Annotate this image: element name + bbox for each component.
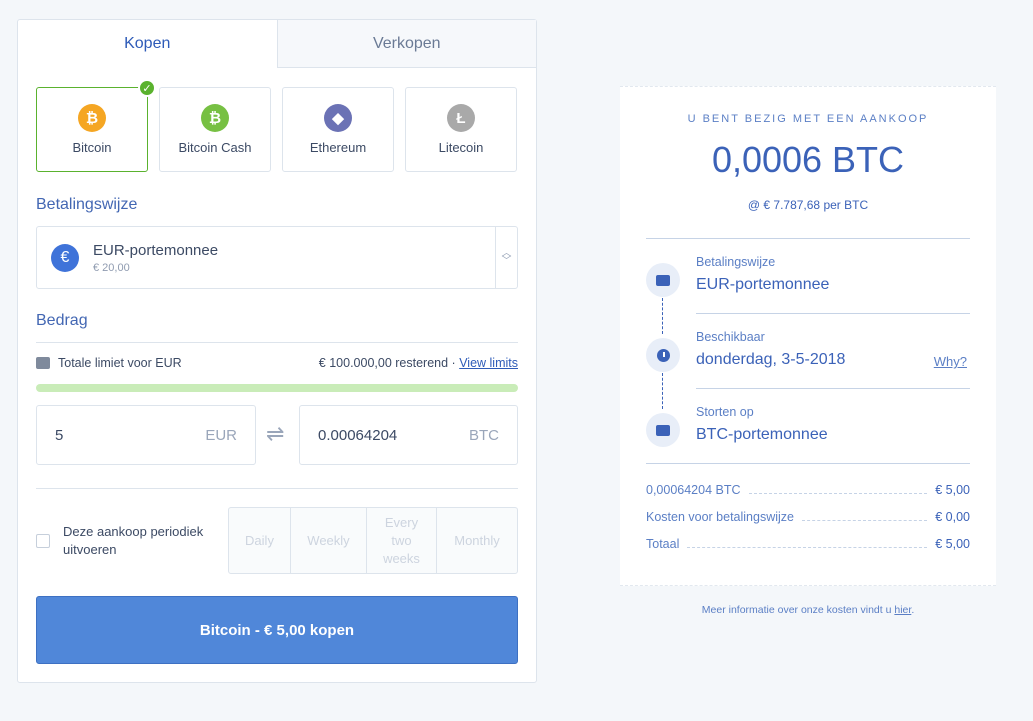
payment-method-label: Betalingswijze — [36, 196, 138, 213]
line-value: € 5,00 — [935, 537, 970, 551]
fiat-amount-input[interactable]: 5 EUR — [36, 405, 256, 465]
amount-label: Bedrag — [36, 312, 88, 329]
recurring-section: Deze aankoop periodiek uitvoeren Daily W… — [36, 507, 518, 574]
order-summary: U BENT BEZIG MET EEN AANKOOP 0,0006 BTC … — [620, 86, 996, 586]
coin-label: Bitcoin — [72, 140, 112, 155]
divider — [696, 313, 970, 314]
tab-sell[interactable]: Verkopen — [276, 20, 536, 68]
buy-sell-panel: Kopen Verkopen ₿ Bitcoin ✓ ₿ Bitcoin Cas… — [17, 19, 537, 683]
payment-method-balance: € 20,00 — [93, 261, 130, 274]
fees-info-link[interactable]: hier — [894, 604, 911, 616]
summary-line-crypto: 0,00064204 BTC € 5,00 — [646, 483, 970, 497]
step-connector — [662, 373, 663, 409]
summary-step-payment: Betalingswijze EUR-portemonnee — [646, 255, 970, 313]
step-value: EUR-portemonnee — [696, 276, 830, 293]
step-value: donderdag, 3-5-2018 — [696, 351, 846, 368]
tab-buy[interactable]: Kopen — [18, 20, 277, 68]
buy-button[interactable]: Bitcoin - € 5,00 kopen — [36, 596, 518, 664]
fiat-amount-value: 5 — [55, 426, 64, 444]
line-label: 0,00064204 BTC — [646, 483, 741, 497]
summary-rate: @ € 7.787,68 per BTC — [747, 198, 869, 212]
coin-litecoin[interactable]: Ł Litecoin — [405, 87, 517, 172]
limit-progress-bar — [36, 384, 518, 392]
line-value: € 0,00 — [935, 510, 970, 524]
bitcoin-icon: ₿ — [78, 104, 106, 132]
wallet-icon — [36, 357, 50, 369]
period-weekly[interactable]: Weekly — [291, 508, 367, 573]
divider — [36, 342, 518, 343]
crypto-amount-value: 0.00064204 — [318, 426, 398, 444]
fees-footnote: Meer informatie over onze kosten vindt u… — [620, 604, 996, 616]
summary-step-available: Beschikbaar donderdag, 3-5-2018 Why? — [646, 330, 970, 388]
summary-title: U BENT BEZIG MET EEN AANKOOP — [687, 113, 929, 125]
step-value: BTC-portemonnee — [696, 426, 828, 443]
coin-ethereum[interactable]: ◆ Ethereum — [282, 87, 394, 172]
fiat-currency: EUR — [205, 426, 237, 444]
divider — [646, 238, 970, 239]
crypto-amount-input[interactable]: 0.00064204 BTC — [299, 405, 518, 465]
summary-amount: 0,0006 BTC — [711, 139, 905, 180]
coin-bitcoin-cash[interactable]: ₿ Bitcoin Cash — [159, 87, 271, 172]
recurring-checkbox[interactable] — [36, 533, 50, 548]
step-label: Betalingswijze — [696, 255, 776, 269]
period-monthly[interactable]: Monthly — [437, 508, 517, 573]
divider — [646, 463, 970, 464]
step-connector — [662, 298, 663, 334]
ethereum-icon: ◆ — [324, 104, 352, 132]
limit-label: Totale limiet voor EUR — [58, 356, 182, 370]
coin-bitcoin[interactable]: ₿ Bitcoin ✓ — [36, 79, 156, 172]
limit-remaining: € 100.000,00 resterend · — [318, 356, 456, 370]
view-limits-link[interactable]: View limits — [459, 356, 518, 370]
payment-method-select[interactable]: € EUR-portemonnee € 20,00 ︿ ﹀ — [36, 226, 518, 289]
swap-icon[interactable]: ⇌ — [266, 421, 284, 447]
period-daily[interactable]: Daily — [229, 508, 291, 573]
coin-label: Litecoin — [438, 140, 484, 155]
wallet-icon — [646, 413, 680, 447]
crypto-currency: BTC — [469, 426, 499, 444]
why-link[interactable]: Why? — [934, 354, 967, 369]
step-label: Beschikbaar — [696, 330, 765, 344]
line-value: € 5,00 — [935, 483, 970, 497]
period-every-two-weeks[interactable]: Every two weeks — [367, 508, 437, 573]
clock-icon — [646, 338, 680, 372]
bitcoin-cash-icon: ₿ — [201, 104, 229, 132]
footnote-text: Meer informatie over onze kosten vindt u — [701, 604, 895, 616]
coin-label: Bitcoin Cash — [178, 140, 252, 155]
wallet-icon — [646, 263, 680, 297]
divider — [696, 388, 970, 389]
line-label: Kosten voor betalingswijze — [646, 510, 794, 524]
period-selector: Daily Weekly Every two weeks Monthly — [228, 507, 518, 574]
summary-step-deposit: Storten op BTC-portemonnee — [646, 405, 970, 463]
coin-selector: ₿ Bitcoin ✓ ₿ Bitcoin Cash ◆ Ethereum Ł … — [36, 79, 517, 172]
summary-line-fee: Kosten voor betalingswijze € 0,00 — [646, 510, 970, 524]
euro-icon: € — [51, 243, 79, 272]
tabs: Kopen Verkopen — [18, 20, 536, 68]
limit-row: Totale limiet voor EUR € 100.000,00 rest… — [36, 356, 518, 370]
coin-label: Ethereum — [309, 140, 367, 155]
line-label: Totaal — [646, 537, 680, 551]
step-label: Storten op — [696, 405, 754, 419]
footnote-end: . — [911, 604, 915, 616]
divider — [36, 488, 518, 489]
payment-method-name: EUR-portemonnee — [93, 241, 219, 259]
checkmark-icon: ✓ — [138, 79, 156, 97]
litecoin-icon: Ł — [447, 104, 475, 132]
chevron-up-down-icon[interactable]: ︿ ﹀ — [495, 227, 517, 288]
recurring-label: Deze aankoop periodiek uitvoeren — [63, 523, 204, 557]
summary-line-total: Totaal € 5,00 — [646, 537, 970, 551]
